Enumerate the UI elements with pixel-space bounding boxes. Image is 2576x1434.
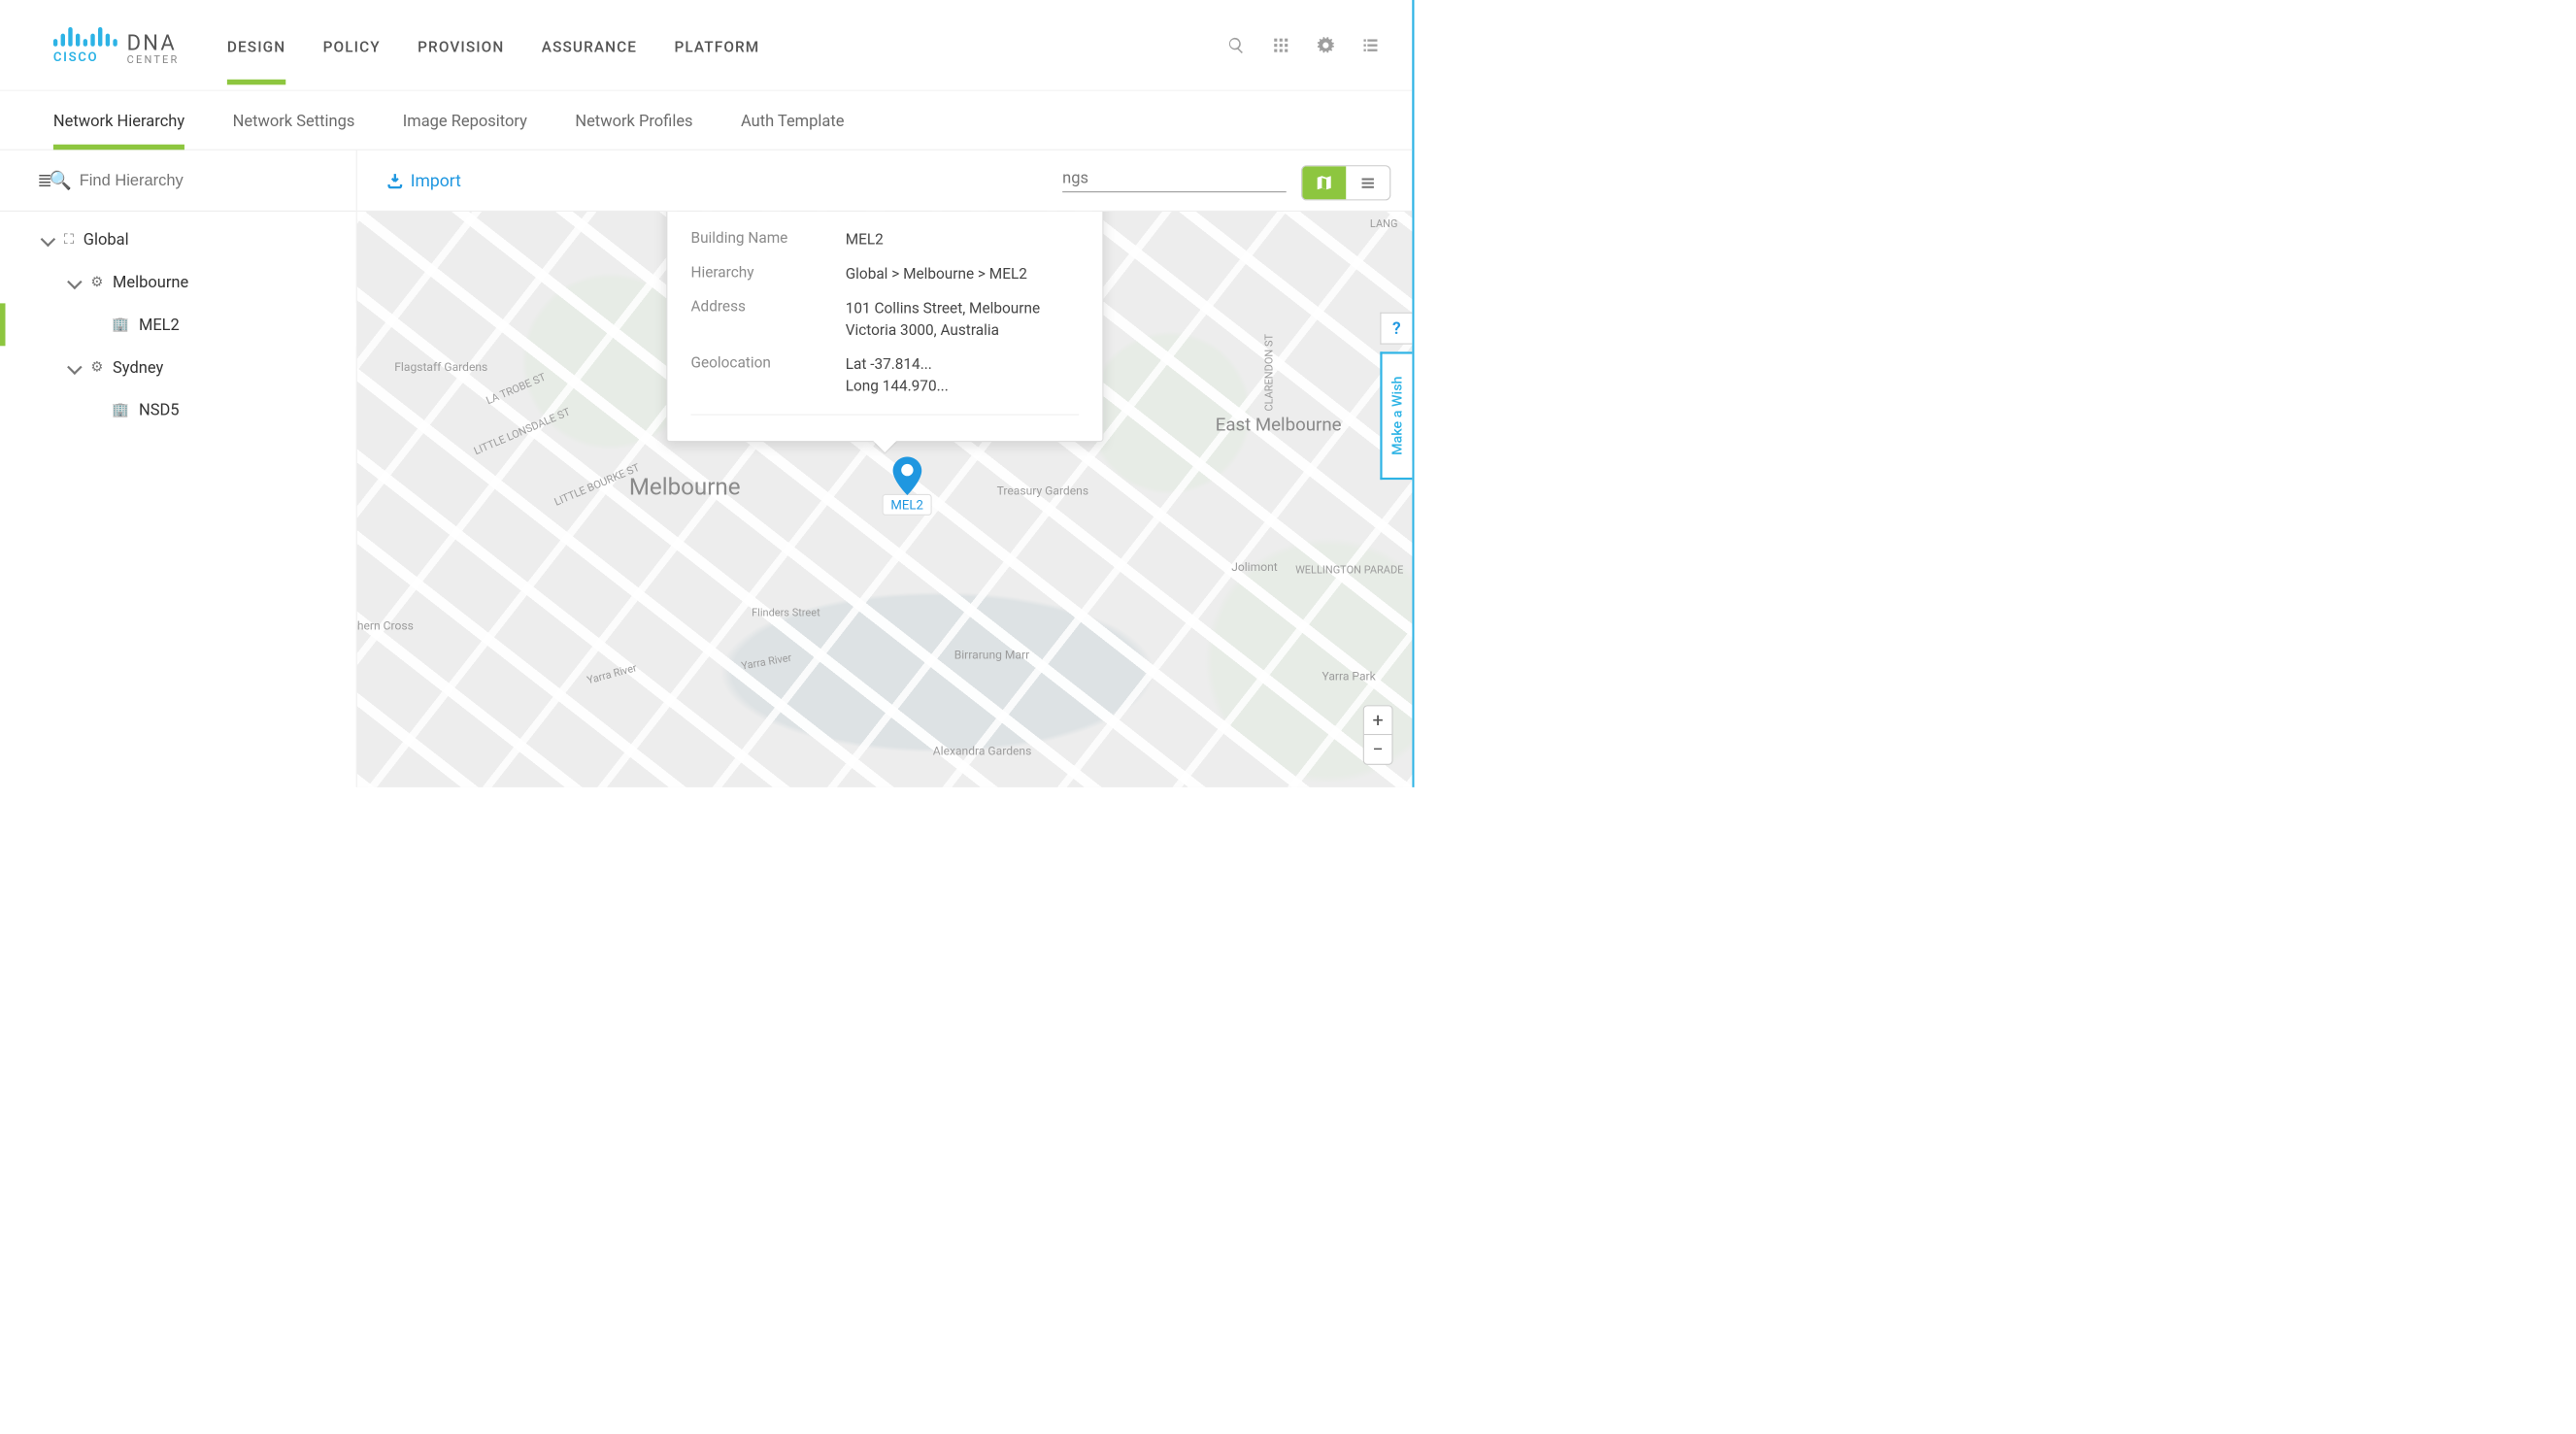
map-label: CLARENDON ST — [1262, 334, 1275, 412]
subtab-auth-template[interactable]: Auth Template — [741, 91, 845, 149]
map-label: Treasury Gardens — [997, 484, 1088, 498]
list-view-button[interactable] — [1346, 166, 1389, 199]
map-view-button[interactable] — [1302, 166, 1346, 199]
popup-key: Building Name — [691, 229, 846, 250]
cisco-logo-bars — [53, 26, 117, 47]
hamburger-icon — [1359, 175, 1375, 190]
map-label: Birrarung Marr — [954, 649, 1029, 662]
popup-val: 101 Collins Street, Melbourne Victoria 3… — [846, 297, 1079, 341]
nav-design[interactable]: DESIGN — [227, 6, 285, 84]
map-canvas[interactable]: Flagstaff Gardens LA TROBE ST LITTLE LON… — [357, 212, 1412, 787]
pin-label: MEL2 — [883, 494, 932, 516]
map-label: Flinders Street — [752, 606, 820, 618]
nav-platform[interactable]: PLATFORM — [674, 6, 759, 84]
hierarchy-tree: ⛶ Global ⚙ Melbourne 🏢 MEL2 ⚙ Sydney 🏢 N… — [0, 212, 356, 431]
make-a-wish-label: Make a Wish — [1389, 377, 1405, 455]
tree-label: Melbourne — [113, 273, 188, 291]
tree-node-mel2[interactable]: 🏢 MEL2 — [0, 303, 356, 346]
filter-icon[interactable]: ≣🔍 — [37, 170, 68, 191]
popup-key: Geolocation — [691, 353, 846, 397]
map-label: Yarra River — [585, 661, 638, 686]
popup-divider — [691, 414, 1080, 415]
map-label: LA TROBE ST — [485, 370, 548, 407]
search-icon[interactable] — [1226, 36, 1246, 55]
popup-val: Lat -37.814... Long 144.970... — [846, 353, 949, 397]
map-label: Yarra River — [740, 650, 792, 672]
location-pin-icon — [883, 456, 932, 497]
find-hierarchy-input[interactable] — [80, 172, 341, 190]
tree-label: Sydney — [113, 358, 163, 377]
popup-val: Global > Melbourne > MEL2 — [846, 263, 1027, 284]
map-label: LANG — [1370, 217, 1397, 229]
building-icon: 🏢 — [112, 317, 129, 332]
map-label: Melbourne — [629, 473, 741, 501]
brand-cisco: CISCO — [53, 50, 117, 64]
map-zoom-control: + − — [1363, 705, 1393, 764]
map-label: East Melbourne — [1216, 415, 1342, 436]
help-button[interactable]: ? — [1380, 313, 1412, 345]
brand-logo[interactable]: CISCO DNA CENTER — [53, 26, 180, 65]
tree-label: MEL2 — [139, 316, 180, 334]
apps-grid-icon[interactable] — [1271, 36, 1290, 55]
chevron-down-icon — [67, 275, 83, 290]
brand-center: CENTER — [127, 53, 180, 64]
tree-node-sydney[interactable]: ⚙ Sydney — [0, 346, 356, 388]
map-pin-mel2[interactable]: MEL2 — [883, 456, 932, 515]
tree-node-nsd5[interactable]: 🏢 NSD5 — [0, 388, 356, 431]
nav-policy[interactable]: POLICY — [323, 6, 381, 84]
subtab-network-hierarchy[interactable]: Network Hierarchy — [53, 91, 184, 149]
map-search-input[interactable]: ngs — [1062, 168, 1287, 192]
map-icon — [1315, 174, 1333, 192]
map-label: WELLINGTON PARADE — [1295, 563, 1403, 576]
map-label: Jolimont — [1231, 561, 1278, 575]
map-label: Flagstaff Gardens — [394, 361, 487, 375]
chevron-down-icon — [41, 232, 56, 248]
map-label: LITTLE LONSDALE ST — [472, 405, 572, 457]
subtab-network-profiles[interactable]: Network Profiles — [575, 91, 692, 149]
building-details-popup: MEL2 Building Name MEL2 Hierarchy Global… — [666, 212, 1103, 442]
subtab-image-repository[interactable]: Image Repository — [403, 91, 527, 149]
map-label: hern Cross — [357, 619, 414, 633]
popup-key: Address — [691, 297, 846, 341]
tree-label: NSD5 — [139, 401, 180, 419]
tree-node-melbourne[interactable]: ⚙ Melbourne — [0, 260, 356, 303]
building-icon: 🏢 — [112, 402, 129, 417]
map-label: LITTLE BOURKE ST — [552, 461, 642, 509]
make-a-wish-button[interactable]: Make a Wish — [1380, 351, 1412, 480]
chevron-down-icon — [67, 359, 83, 375]
list-icon[interactable] — [1361, 36, 1381, 55]
import-button[interactable]: Import — [385, 170, 460, 190]
zoom-in-button[interactable]: + — [1364, 706, 1392, 735]
map-label: Alexandra Gardens — [933, 745, 1032, 758]
brand-dna: DNA — [127, 32, 180, 53]
download-icon — [385, 172, 404, 190]
nav-assurance[interactable]: ASSURANCE — [542, 6, 637, 84]
tree-label: Global — [84, 230, 129, 249]
gear-icon[interactable] — [1316, 36, 1335, 55]
site-icon: ⚙ — [90, 274, 103, 289]
popup-key: Hierarchy — [691, 263, 846, 284]
subtab-network-settings[interactable]: Network Settings — [233, 91, 355, 149]
zoom-out-button[interactable]: − — [1364, 735, 1392, 764]
nav-provision[interactable]: PROVISION — [418, 6, 504, 84]
popup-val: MEL2 — [846, 229, 884, 250]
site-icon: ⚙ — [90, 359, 103, 375]
tree-node-global[interactable]: ⛶ Global — [0, 218, 356, 261]
import-label: Import — [411, 170, 461, 190]
globe-icon: ⛶ — [64, 231, 74, 248]
map-label: Yarra Park — [1322, 670, 1376, 684]
